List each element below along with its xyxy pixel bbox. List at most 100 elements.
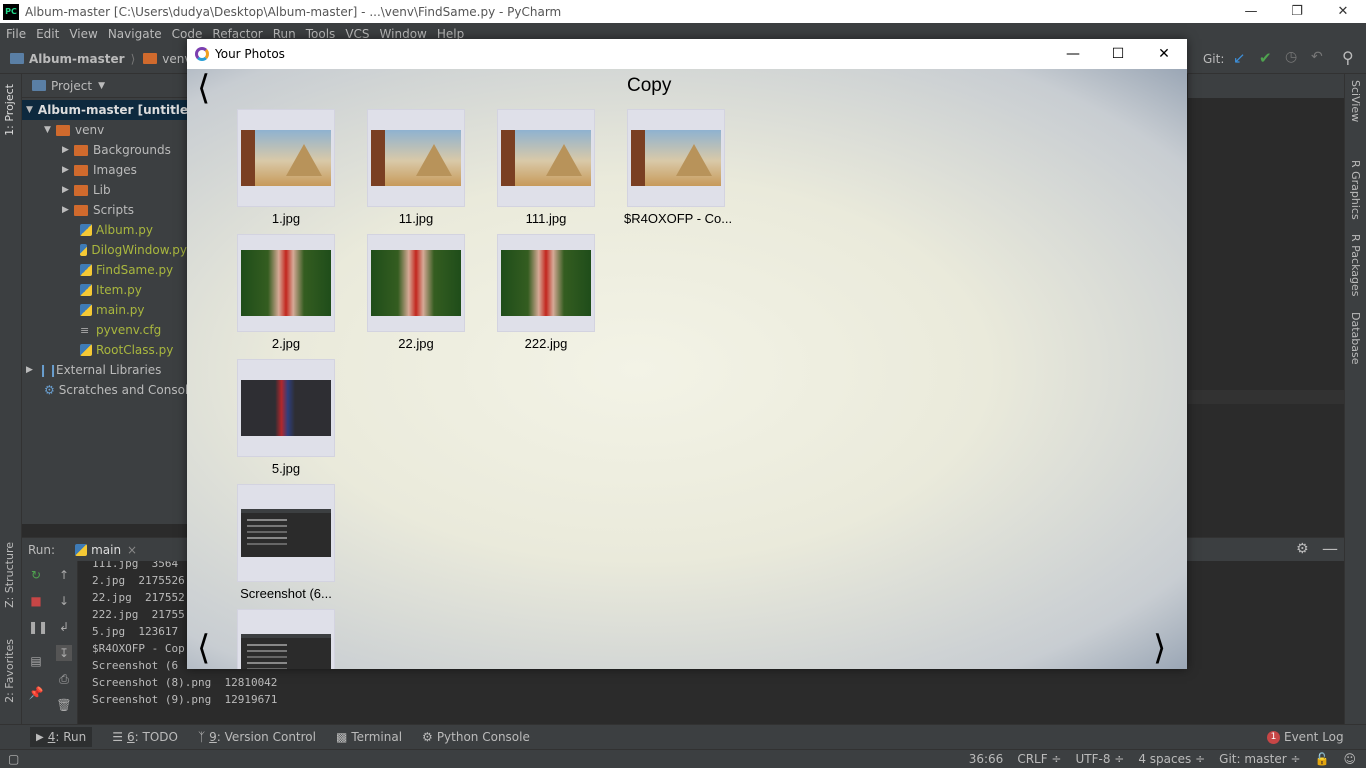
breadcrumb-project[interactable]: Album-master ⟩	[10, 52, 135, 66]
photos-minimize-button[interactable]: —	[1050, 39, 1096, 69]
scroll-up-icon[interactable]: ↑	[56, 567, 72, 583]
encoding-selector[interactable]: UTF-8 ÷	[1076, 752, 1125, 766]
rerun-icon[interactable]: ↻	[28, 567, 44, 583]
stop-icon[interactable]: ■	[28, 593, 44, 609]
vcs-commit-icon[interactable]: ✔	[1259, 49, 1272, 67]
menu-edit[interactable]: Edit	[36, 27, 59, 41]
photo-frame[interactable]	[497, 109, 595, 207]
photo-frame[interactable]	[237, 109, 335, 207]
tab-database[interactable]: Database	[1349, 312, 1362, 365]
event-log-button[interactable]: 1 Event Log	[1267, 730, 1344, 744]
tree-item-dilogwindow-py[interactable]: DilogWindow.py	[22, 240, 187, 260]
photo-frame[interactable]	[367, 109, 465, 207]
photo-item-9[interactable]: Screenshot (6...	[237, 484, 335, 601]
tab-structure[interactable]: Z: Structure	[3, 542, 16, 608]
photo-frame[interactable]	[497, 234, 595, 332]
scroll-down-icon[interactable]: ↓	[56, 593, 72, 609]
tab-terminal[interactable]: ▩ Terminal	[336, 730, 402, 744]
tab-sciview[interactable]: SciView	[1349, 80, 1362, 122]
scroll-to-end-icon[interactable]: ↧	[56, 645, 72, 661]
next-page-arrow-icon[interactable]: ⟩	[1153, 631, 1166, 665]
git-branch-selector[interactable]: Git: master ÷	[1219, 752, 1300, 766]
collapse-arrow-icon[interactable]: ▶	[62, 205, 74, 215]
vcs-update-icon[interactable]: ↙	[1233, 49, 1246, 67]
settings-gear-icon[interactable]: ⚙	[1296, 541, 1309, 557]
trash-icon[interactable]: 🗑	[56, 697, 72, 713]
tree-item-scripts[interactable]: ▶ Scripts	[22, 200, 187, 220]
photo-item-6[interactable]: 22.jpg	[367, 234, 465, 351]
photo-item-7[interactable]: 222.jpg	[497, 234, 595, 351]
photo-item-3[interactable]: 111.jpg	[497, 109, 595, 226]
photo-frame[interactable]	[237, 359, 335, 457]
line-separator-selector[interactable]: CRLF ÷	[1017, 752, 1061, 766]
tree-item-item-py[interactable]: Item.py	[22, 280, 187, 300]
expand-arrow-icon[interactable]: ▼	[26, 105, 33, 115]
photos-close-button[interactable]: ✕	[1141, 39, 1187, 69]
tree-item-venv[interactable]: ▼ venv	[22, 120, 187, 140]
photo-item-10[interactable]	[237, 609, 335, 669]
tree-item-backgrounds[interactable]: ▶ Backgrounds	[22, 140, 187, 160]
photo-frame[interactable]	[367, 234, 465, 332]
close-button[interactable]: ✕	[1320, 0, 1366, 23]
collapse-arrow-icon[interactable]: ▶	[62, 185, 74, 195]
history-icon[interactable]: ◷	[1285, 49, 1297, 65]
tree-item-scratches[interactable]: ⚙ Scratches and Consoles	[22, 380, 202, 400]
tree-item-album-py[interactable]: Album.py	[22, 220, 187, 240]
photo-frame[interactable]	[237, 234, 335, 332]
photo-frame[interactable]	[627, 109, 725, 207]
soft-wrap-icon[interactable]: ↲	[56, 619, 72, 635]
tree-item-main-py[interactable]: main.py	[22, 300, 187, 320]
photo-item-1[interactable]: 1.jpg	[237, 109, 335, 226]
editor-area[interactable]	[1188, 98, 1344, 518]
minimize-button[interactable]: —	[1228, 0, 1274, 23]
tree-item-lib[interactable]: ▶ Lib	[22, 180, 187, 200]
project-header-label[interactable]: Project	[51, 79, 92, 93]
photo-item-4[interactable]: $R4OXOFP - Co...	[624, 109, 732, 226]
revert-icon[interactable]: ↶	[1311, 49, 1323, 65]
photo-item-8[interactable]: 5.jpg	[237, 359, 335, 476]
tab-r-graphics[interactable]: R Graphics	[1349, 160, 1362, 220]
restore-button[interactable]: ❐	[1274, 0, 1320, 23]
tab-run[interactable]: ▶ 4: Run	[30, 727, 93, 747]
photo-frame[interactable]	[237, 484, 335, 582]
back-arrow-icon[interactable]: ⟨	[197, 71, 210, 105]
tree-item-findsame-py[interactable]: FindSame.py	[22, 260, 187, 280]
dropdown-arrow-icon[interactable]: ▼	[98, 81, 105, 91]
menu-view[interactable]: View	[69, 27, 97, 41]
search-icon[interactable]: ⚲	[1342, 48, 1354, 67]
photos-maximize-button[interactable]: ☐	[1095, 39, 1141, 69]
restore-layout-icon[interactable]: ▤	[28, 653, 44, 669]
collapse-arrow-icon[interactable]: ▶	[26, 365, 38, 375]
tab-project[interactable]: 1: Project	[3, 84, 16, 136]
tree-item-external-libraries[interactable]: ▶ ❙❙ External Libraries	[22, 360, 187, 380]
tab-python-console[interactable]: ⚙ Python Console	[422, 730, 530, 744]
indent-selector[interactable]: 4 spaces ÷	[1138, 752, 1205, 766]
photo-item-2[interactable]: 11.jpg	[367, 109, 465, 226]
run-tab-main[interactable]: main	[91, 543, 121, 557]
photo-frame[interactable]	[237, 609, 335, 669]
expand-arrow-icon[interactable]: ▼	[44, 125, 56, 135]
hide-panel-icon[interactable]: —	[1322, 539, 1338, 558]
tree-root[interactable]: ▼ Album-master [untitled]	[22, 100, 202, 120]
prev-page-arrow-icon[interactable]: ⟨	[197, 631, 210, 665]
tab-version-control[interactable]: ᛉ 9: Version Control	[198, 730, 316, 744]
photo-item-5[interactable]: 2.jpg	[237, 234, 335, 351]
close-tab-icon[interactable]: ×	[127, 543, 137, 557]
tab-r-packages[interactable]: R Packages	[1349, 234, 1362, 296]
menu-file[interactable]: File	[6, 27, 26, 41]
collapse-arrow-icon[interactable]: ▶	[62, 165, 74, 175]
print-icon[interactable]: ⎙	[56, 671, 72, 687]
collapse-arrow-icon[interactable]: ▶	[62, 145, 74, 155]
inspector-icon[interactable]: ☺	[1343, 752, 1356, 766]
tab-favorites[interactable]: 2: Favorites	[3, 639, 16, 703]
pause-icon[interactable]: ❚❚	[28, 619, 48, 635]
caret-position[interactable]: 36:66	[969, 752, 1004, 766]
pin-icon[interactable]: 📌	[28, 685, 44, 701]
tool-window-toggle-icon[interactable]: ▢	[8, 752, 19, 766]
tab-todo[interactable]: ☰ 6: TODO	[112, 730, 178, 744]
menu-navigate[interactable]: Navigate	[108, 27, 162, 41]
tree-item-images[interactable]: ▶ Images	[22, 160, 187, 180]
lock-icon[interactable]: 🔓	[1315, 752, 1330, 766]
tree-item-rootclass-py[interactable]: RootClass.py	[22, 340, 187, 360]
tree-item-pyvenv-cfg[interactable]: ≡ pyvenv.cfg	[22, 320, 187, 340]
